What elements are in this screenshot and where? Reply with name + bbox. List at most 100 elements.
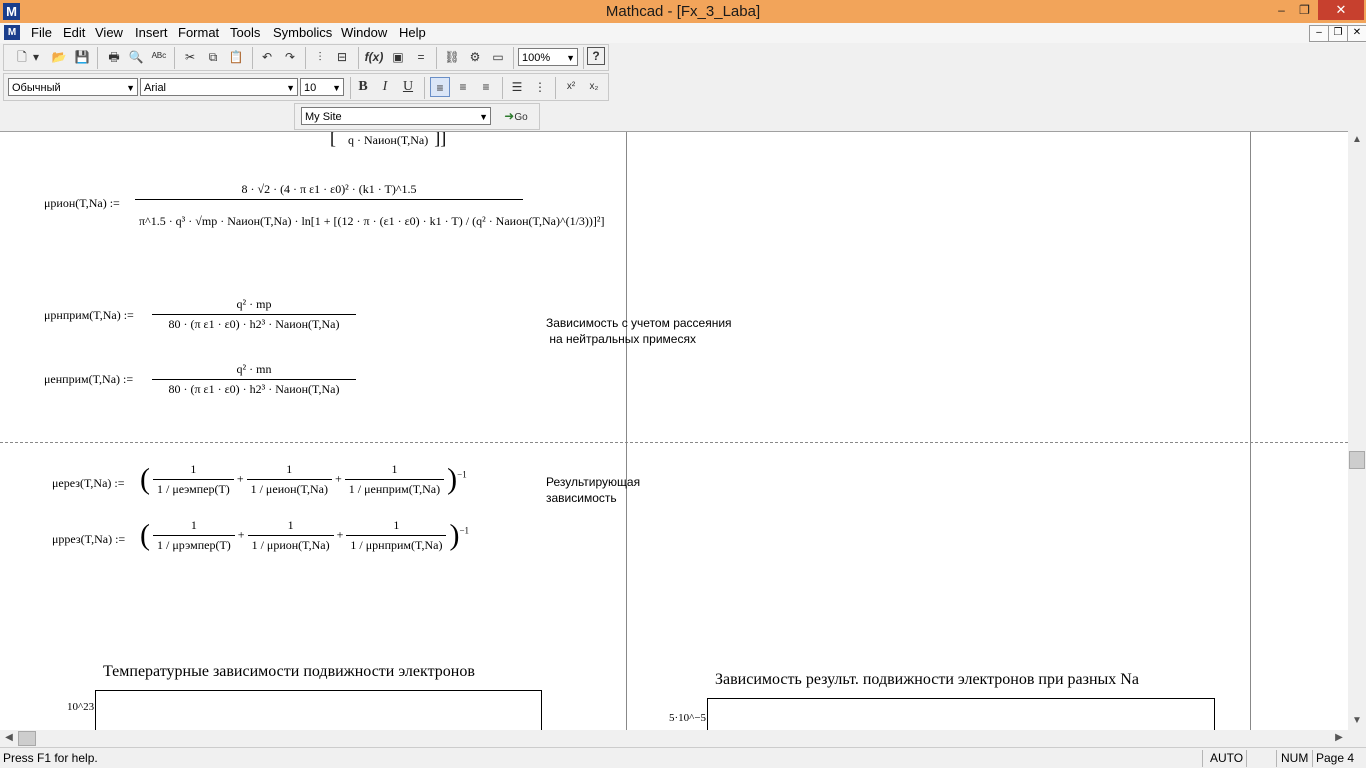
formula-mu-rion[interactable]: 8 · √2 · (4 · π ε1 · ε0)² · (k1 · T)^1.5… [135,182,609,229]
zoom-select[interactable]: 100% ▼ [518,48,578,66]
chevron-down-icon: ▼ [126,83,135,93]
formula-mu-eres-lhs[interactable]: μерез(T,Na) := [52,476,125,491]
font-size-value: 10 [304,82,317,94]
go-arrow-icon: ➜ [504,109,515,123]
chevron-down-icon: ▼ [479,112,488,122]
page-break-line [0,442,1348,443]
text-region-neutral[interactable]: Зависимость с учетом рассеяния на нейтра… [546,315,732,347]
align-down-icon[interactable]: ⊟ [332,47,352,67]
maximize-button[interactable]: ❐ [1291,0,1318,20]
formula-mu-rnprim-lhs[interactable]: μрнприм(T,Na) := [44,308,134,323]
menu-file[interactable]: File [31,25,52,40]
new-dropdown-icon[interactable]: ▾ [30,47,42,67]
formula-mu-eres[interactable]: ( 11 / μеэмпер(T) + 11 / μеион(T,Na) + 1… [140,462,467,497]
doc-restore-button[interactable]: ❐ [1328,25,1348,42]
open-icon[interactable]: 📂 [49,47,69,67]
close-button[interactable]: ✕ [1318,0,1364,20]
plot1-ytick: 10^23 [67,701,95,713]
italic-button[interactable]: I [375,77,395,97]
plot2-ytick: 5·10^−5 [669,712,707,724]
align-across-icon[interactable]: ⫶ [310,47,330,67]
scrollbar-corner [1348,730,1366,747]
title-bar: M Mathcad - [Fx_3_Laba] – ❐ ✕ [0,0,1366,23]
calculate-icon[interactable]: = [411,47,431,67]
redo-icon[interactable]: ↷ [280,47,300,67]
spellcheck-icon[interactable]: ᴬᴮᶜ [149,47,169,67]
menu-bar: M File Edit View Insert Format Tools Sym… [0,23,1366,43]
align-left-icon[interactable]: ≡ [430,77,450,97]
plot1-title[interactable]: Температурные зависимости подвижности эл… [103,663,475,681]
style-select[interactable]: Обычный ▼ [8,78,138,96]
mu-rion-denominator: π^1.5 · q³ · √mp · Naион(T,Na) · ln[1 + … [139,214,605,228]
align-right-icon[interactable]: ≡ [476,77,496,97]
print-icon[interactable]: 🖶 [104,47,124,67]
plot2-title[interactable]: Зависимость результ. подвижности электро… [715,671,1139,689]
zoom-value: 100% [522,52,551,64]
horizontal-scrollbar[interactable]: ◀ ▶ [0,730,1348,747]
chevron-down-icon: ▼ [332,83,341,93]
insert-unit-icon[interactable]: ▣ [388,47,408,67]
doc-close-button[interactable]: ✕ [1347,25,1366,42]
scroll-down-icon[interactable]: ▼ [1349,713,1365,729]
formula-mu-rion-lhs[interactable]: μрион(T,Na) := [44,196,120,211]
scroll-left-icon[interactable]: ◀ [1,730,17,746]
menu-format[interactable]: Format [178,25,219,40]
cut-icon[interactable]: ✂ [180,47,200,67]
menu-symbolics[interactable]: Symbolics [273,25,332,40]
align-center-icon[interactable]: ≡ [453,77,473,97]
insert-hyperlink-icon[interactable]: ⛓ [442,47,462,67]
status-page: Page 4 [1316,751,1355,765]
numbering-icon[interactable]: ⋮ [530,77,550,97]
component-wizard-icon[interactable]: ⚙ [465,47,485,67]
formula-fragment[interactable]: [ q · Naион(T,Na) ]] [330,132,446,149]
site-value: My Site [305,111,342,123]
chevron-down-icon: ▼ [566,53,575,63]
status-num: NUM [1281,751,1309,765]
scroll-up-icon[interactable]: ▲ [1349,132,1365,148]
menu-window[interactable]: Window [341,25,387,40]
formula-mu-rnprim[interactable]: q² · mp 80 · (π ε1 · ε0) · h2³ · Naион(T… [152,297,356,332]
new-icon[interactable]: 🗋 [12,47,32,67]
site-select[interactable]: My Site ▼ [301,107,491,125]
toolbars: 🗋 ▾ 📂 💾 🖶 🔍 ᴬᴮᶜ ✂ ⧉ 📋 ↶ ↷ ⫶ ⊟ f(x) ▣ = ⛓… [0,43,1366,131]
copy-icon[interactable]: ⧉ [203,47,223,67]
font-value: Arial [144,82,167,94]
formula-mu-rres[interactable]: ( 11 / μрэмпер(T) + 11 / μрион(T,Na) + 1… [140,518,469,553]
print-preview-icon[interactable]: 🔍 [126,47,146,67]
bold-button[interactable]: B [353,77,373,97]
document-icon[interactable]: M [4,25,20,40]
doc-minimize-button[interactable]: – [1309,25,1329,42]
menu-edit[interactable]: Edit [63,25,85,40]
formula-mu-enprim[interactable]: q² · mn 80 · (π ε1 · ε0) · h2³ · Naион(T… [152,362,356,397]
insert-function-icon[interactable]: f(x) [364,47,384,67]
menu-help[interactable]: Help [399,25,426,40]
text-region-result[interactable]: Результирующая зависимость [546,474,640,506]
page-boundary-line [1250,132,1251,731]
menu-insert[interactable]: Insert [135,25,168,40]
paste-icon[interactable]: 📋 [226,47,246,67]
formula-mu-enprim-lhs[interactable]: μенприм(T,Na) := [44,372,133,387]
resource-center-icon[interactable]: ▭ [488,47,508,67]
vertical-scrollbar[interactable]: ▲ ▼ [1348,131,1366,730]
font-size-select[interactable]: 10 ▼ [300,78,344,96]
go-button[interactable]: ➜Go [498,106,534,126]
subscript-button[interactable]: x₂ [584,77,604,97]
underline-button[interactable]: U [398,77,418,97]
formula-mu-rres-lhs[interactable]: μррез(T,Na) := [52,532,125,547]
undo-icon[interactable]: ↶ [257,47,277,67]
superscript-button[interactable]: x² [561,77,581,97]
save-icon[interactable]: 💾 [72,47,92,67]
plot2-area[interactable] [707,698,1215,731]
worksheet[interactable]: [ q · Naион(T,Na) ]] μрион(T,Na) := 8 · … [0,131,1348,731]
help-icon[interactable]: ? [587,47,605,65]
font-select[interactable]: Arial ▼ [140,78,298,96]
status-mode: AUTO [1210,751,1244,765]
bullets-icon[interactable]: ☰ [507,77,527,97]
plot1-area[interactable] [95,690,542,731]
horizontal-scroll-thumb[interactable] [18,731,36,746]
chevron-down-icon: ▼ [286,83,295,93]
menu-view[interactable]: View [95,25,123,40]
vertical-scroll-thumb[interactable] [1349,451,1365,469]
menu-tools[interactable]: Tools [230,25,260,40]
scroll-right-icon[interactable]: ▶ [1331,730,1347,746]
